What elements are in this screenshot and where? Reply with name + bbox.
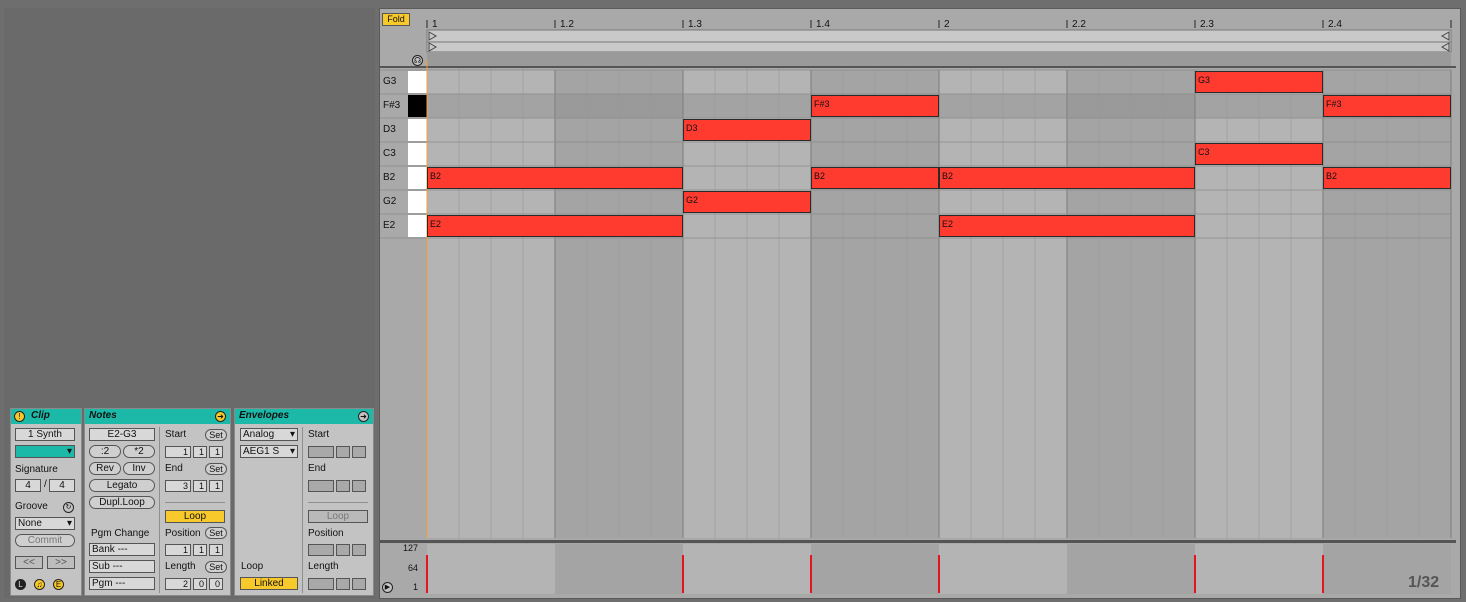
pitch-label: E2 — [383, 220, 396, 231]
piano-key — [408, 71, 427, 93]
ruler-label: 2 — [944, 19, 950, 30]
piano-key — [408, 167, 427, 189]
velocity-band — [939, 544, 1067, 594]
velocity-label-mid: 64 — [407, 563, 418, 573]
piano-key — [408, 215, 427, 237]
piano-key — [408, 119, 427, 141]
velocity-divider — [380, 540, 1456, 543]
start-end-strip — [426, 41, 1452, 53]
ruler-label: 1 — [432, 19, 438, 30]
pitch-label: F#3 — [383, 100, 401, 111]
midi-note[interactable]: G3 — [1195, 71, 1323, 93]
pitch-label: G3 — [383, 76, 397, 87]
piano-key — [408, 191, 427, 213]
velocity-lane-toggle-icon[interactable]: ▶ — [382, 582, 393, 593]
velocity-marker[interactable] — [810, 555, 812, 593]
pitch-label: C3 — [383, 148, 396, 159]
velocity-band — [555, 544, 683, 594]
loop-brace-strip — [426, 29, 1452, 43]
midi-note[interactable]: B2 — [427, 167, 683, 189]
velocity-band — [1067, 544, 1195, 594]
piano-key — [408, 95, 427, 117]
velocity-marker[interactable] — [426, 555, 428, 593]
midi-note[interactable]: F#3 — [1323, 95, 1451, 117]
midi-note[interactable]: D3 — [683, 119, 811, 141]
velocity-band — [1195, 544, 1323, 594]
ruler-label: 1.4 — [816, 19, 830, 30]
preview-headphones-icon[interactable]: ☊ — [412, 55, 423, 66]
ruler-label: 2.3 — [1200, 19, 1214, 30]
velocity-marker[interactable] — [1194, 555, 1196, 593]
midi-note[interactable]: E2 — [427, 215, 683, 237]
ruler-label: 1.3 — [688, 19, 702, 30]
pitch-label: D3 — [383, 124, 396, 135]
velocity-marker[interactable] — [682, 555, 684, 593]
ruler-label: 1.2 — [560, 19, 574, 30]
velocity-label-max: 127 — [402, 543, 418, 553]
pitch-label: G2 — [383, 196, 397, 207]
piano-key — [408, 143, 427, 165]
midi-note[interactable]: E2 — [939, 215, 1195, 237]
velocity-band — [427, 544, 555, 594]
pitch-label: B2 — [383, 172, 396, 183]
grid-resolution-readout[interactable]: 1/32 — [1408, 574, 1439, 592]
midi-note[interactable]: B2 — [939, 167, 1195, 189]
velocity-band — [811, 544, 939, 594]
velocity-marker[interactable] — [1322, 555, 1324, 593]
midi-note[interactable]: B2 — [1323, 167, 1451, 189]
midi-note[interactable]: C3 — [1195, 143, 1323, 165]
velocity-marker[interactable] — [938, 555, 940, 593]
scroll-strip — [427, 52, 1451, 66]
midi-note[interactable]: G2 — [683, 191, 811, 213]
velocity-band — [683, 544, 811, 594]
ruler-label: 2.4 — [1328, 19, 1342, 30]
midi-note[interactable]: F#3 — [811, 95, 939, 117]
midi-note[interactable]: B2 — [811, 167, 939, 189]
ruler-label: 2.2 — [1072, 19, 1086, 30]
